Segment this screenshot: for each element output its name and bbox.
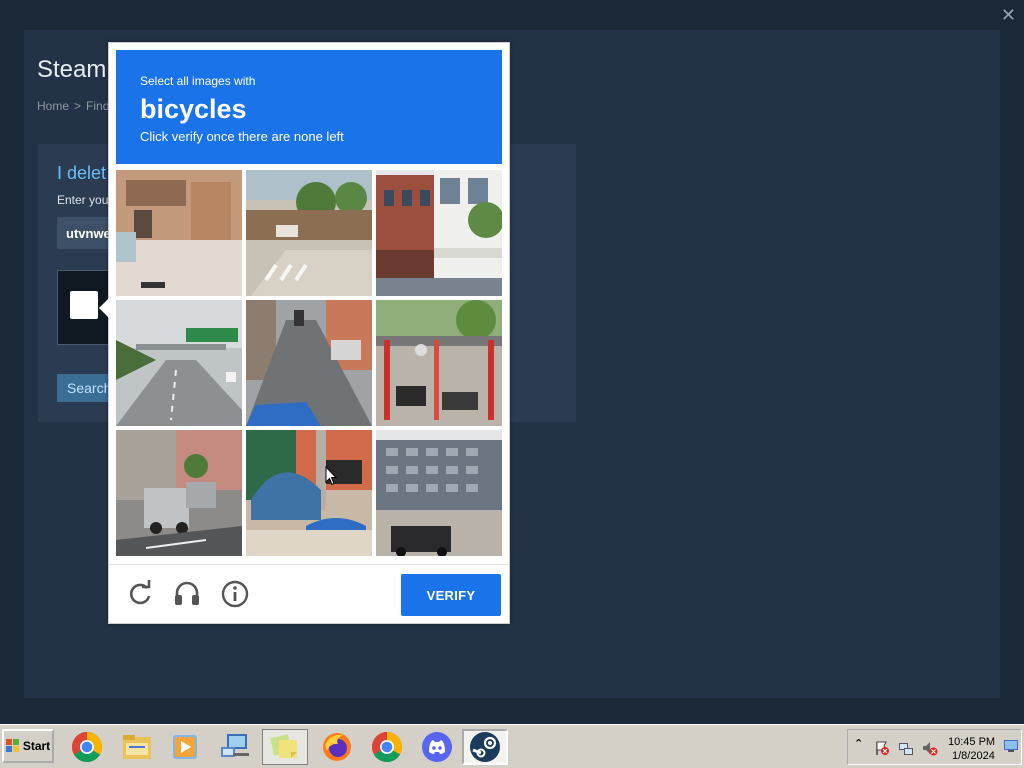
verify-button[interactable]: VERIFY — [401, 574, 501, 616]
instruction-hint: Click verify once there are none left — [140, 129, 344, 144]
image-grid — [116, 170, 504, 558]
breadcrumb-find[interactable]: Find — [86, 99, 109, 113]
instruction-line: Select all images with — [140, 74, 256, 88]
steam-icon[interactable] — [462, 729, 508, 765]
tarp-motorbike-tile[interactable] — [246, 430, 372, 556]
captcha-pointer-arrow — [99, 298, 109, 318]
page-title: Steam — [37, 56, 107, 83]
close-icon[interactable]: ✕ — [1001, 6, 1016, 24]
start-button[interactable]: Start — [2, 729, 54, 763]
roadwork-tile[interactable] — [246, 170, 372, 296]
mouse-cursor-icon — [325, 466, 337, 486]
clock-date: 1/8/2024 — [952, 750, 995, 762]
windows-logo-icon — [5, 739, 19, 752]
taskbar: Start ⌃ 10:45 PM 1/8/2024 — [0, 724, 1024, 768]
breadcrumb-home[interactable]: Home — [37, 99, 69, 113]
reload-icon[interactable] — [125, 579, 155, 609]
building-street-tile[interactable] — [116, 170, 242, 296]
media-player-icon[interactable] — [162, 729, 208, 765]
parked-cars-tile[interactable] — [116, 430, 242, 556]
captcha-instructions: Select all images with bicycles Click ve… — [116, 50, 502, 164]
target-object: bicycles — [140, 94, 247, 124]
recaptcha-checkbox[interactable] — [70, 291, 98, 319]
chrome-icon[interactable] — [64, 729, 110, 765]
tray-expand-icon[interactable]: ⌃ — [854, 737, 863, 750]
discord-icon[interactable] — [414, 729, 460, 765]
office-building-tile[interactable] — [376, 430, 502, 556]
breadcrumb-separator: > — [74, 99, 82, 113]
shopfront-tile[interactable] — [376, 170, 502, 296]
narrow-street-tile[interactable] — [246, 300, 372, 426]
clock-time: 10:45 PM — [948, 736, 996, 748]
captcha-footer: VERIFY — [109, 564, 509, 624]
sticky-notes-icon[interactable] — [262, 729, 308, 765]
form-heading: I delet — [57, 163, 107, 183]
show-desktop-icon[interactable] — [1004, 740, 1018, 752]
firefox-icon[interactable] — [314, 729, 360, 765]
scooters-tile[interactable] — [376, 300, 502, 426]
captcha-challenge: Select all images with bicycles Click ve… — [99, 42, 510, 624]
action-center-flag-icon[interactable] — [874, 740, 890, 756]
start-label: Start — [22, 739, 51, 753]
volume-muted-icon[interactable] — [922, 740, 938, 756]
breadcrumb: Home > Find — [37, 99, 109, 113]
system-tray: ⌃ 10:45 PM 1/8/2024 — [847, 729, 1022, 765]
network-status-icon[interactable] — [898, 740, 914, 756]
form-label: Enter you — [57, 193, 109, 207]
info-icon[interactable] — [220, 579, 250, 609]
file-explorer-icon[interactable] — [114, 729, 160, 765]
audio-icon[interactable] — [172, 579, 202, 609]
network-icon[interactable] — [212, 729, 258, 765]
highway-tile[interactable] — [116, 300, 242, 426]
chrome-icon-2[interactable] — [364, 729, 410, 765]
